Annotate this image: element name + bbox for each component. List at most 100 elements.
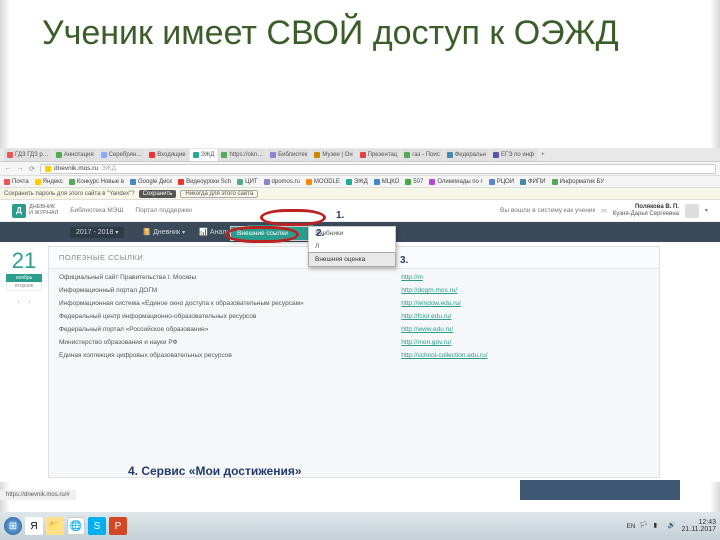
browser-tab[interactable]: Библиотек (267, 149, 310, 161)
bookmark-item[interactable]: dpomos.ru (264, 179, 300, 185)
link-label: Федеральный центр информационно-образова… (59, 313, 401, 320)
browser-tab[interactable]: ГДЗ ГДЗ р… (4, 149, 52, 161)
taskbar-powerpoint-icon[interactable]: P (109, 517, 127, 535)
taskbar-chrome-icon[interactable]: 🌐 (67, 517, 85, 535)
bookmark-favicon (552, 179, 558, 185)
bookmark-item[interactable]: Почта (4, 179, 29, 185)
password-save-button[interactable]: Сохранить (139, 190, 177, 198)
date-widget[interactable]: 21 ноябрь вторник (6, 248, 42, 291)
bookmark-item[interactable]: РЦОИ (489, 179, 514, 185)
forward-icon[interactable]: → (16, 165, 24, 173)
tray-volume-icon[interactable]: 🔊 (667, 521, 677, 531)
browser-tab[interactable]: ЕГЭ по инф (490, 149, 537, 161)
taskbar-clock[interactable]: 12:43 21.11.2017 (681, 519, 716, 533)
link-url[interactable]: http://school-collection.edu.ru/ (401, 352, 487, 359)
bookmark-item[interactable]: Информатик БУ (552, 179, 605, 185)
tab-label: Федеральн (455, 152, 486, 158)
address-bar[interactable]: dnevnik.mos.ru ЭЖД (40, 164, 716, 174)
top-link-library[interactable]: Библиотека МЭШ (70, 207, 123, 214)
bookmark-favicon (346, 179, 352, 185)
link-row: Информационная система «Единое окно дост… (59, 297, 649, 310)
app-logo[interactable]: Д ДНЕВНИК И ЖУРНАЛ (12, 204, 58, 218)
password-prompt-text: Сохранить пароль для этого сайта в "Yand… (4, 191, 135, 197)
reload-icon[interactable]: ⟳ (28, 165, 36, 173)
login-role-hint: Вы вошли в систему как ученик (500, 207, 595, 214)
bookmark-favicon (35, 179, 41, 185)
notifications-icon[interactable]: ✉ (601, 207, 606, 215)
browser-tab[interactable]: https://okn… (218, 149, 266, 161)
taskbar-explorer-icon[interactable]: 📁 (46, 517, 64, 535)
browser-statusbar: https://dnevnik.mos.ru/# (0, 490, 76, 500)
clock-date: 21.11.2017 (681, 526, 716, 533)
nav-diary[interactable]: 📔 Дневник ▾ (136, 222, 191, 242)
browser-tab[interactable]: Музеи | Он (311, 149, 355, 161)
new-tab-button[interactable]: + (538, 149, 548, 161)
bookmark-item[interactable]: Видеоуроки Sch (178, 179, 231, 185)
tab-label: газ - Поис (412, 152, 439, 158)
slide-footer-block (520, 480, 680, 500)
year-selector[interactable]: 2017 - 2018 ▾ (70, 227, 124, 238)
clock-time: 12:43 (681, 519, 716, 526)
logo-line2: И ЖУРНАЛ (29, 211, 58, 217)
url-label: ЭЖД (101, 165, 116, 172)
tab-favicon (493, 152, 499, 158)
link-url[interactable]: http://fcior.edu.ru/ (401, 313, 451, 320)
bookmark-item[interactable]: Конкурс Новые в (69, 179, 124, 185)
bookmark-item[interactable]: ЦИТ (237, 179, 257, 185)
tab-label: Серебрян… (109, 152, 143, 158)
browser-tab[interactable]: ЭЖД (190, 149, 218, 161)
link-row: Официальный сайт Правительства г. Москвы… (59, 271, 649, 284)
chevron-down-icon: ▾ (115, 230, 118, 236)
link-url[interactable]: http://m (401, 274, 423, 281)
slide-title: Ученик имеет СВОЙ доступ к ОЭЖД (0, 0, 720, 69)
browser-tab[interactable]: Презентац (357, 149, 401, 161)
bookmark-label: Информатик БУ (560, 179, 605, 185)
bookmark-item[interactable]: Google Диск (130, 179, 172, 185)
links-list: Официальный сайт Правительства г. Москвы… (49, 269, 659, 364)
password-never-button[interactable]: Никогда для этого сайта (180, 190, 258, 198)
app-header: Д ДНЕВНИК И ЖУРНАЛ Библиотека МЭШ Портал… (0, 200, 720, 222)
taskbar-yandex-icon[interactable]: Я (25, 517, 43, 535)
link-label: Официальный сайт Правительства г. Москвы (59, 274, 401, 281)
link-label: Информационная система «Единое окно дост… (59, 300, 401, 307)
avatar[interactable] (685, 204, 699, 218)
tab-label: ГДЗ ГДЗ р… (15, 152, 49, 158)
url-host: dnevnik.mos.ru (54, 165, 98, 172)
browser-tab[interactable]: Федеральн (444, 149, 489, 161)
start-button[interactable]: ⊞ (4, 517, 22, 535)
lang-indicator[interactable]: EN (626, 523, 635, 530)
top-link-support[interactable]: Портал поддержки (135, 207, 192, 214)
bookmark-item[interactable]: ФИПИ (520, 179, 546, 185)
link-url[interactable]: http://window.edu.ru/ (401, 300, 461, 307)
browser-tab[interactable]: Серебрян… (98, 149, 146, 161)
prev-day-icon[interactable]: ‹ (17, 297, 20, 306)
link-url[interactable]: http://mon.gov.ru/ (401, 339, 451, 346)
date-sidebar: 21 ноябрь вторник ‹ › (0, 242, 48, 482)
browser-tab[interactable]: газ - Поис (401, 149, 442, 161)
back-icon[interactable]: ← (4, 165, 12, 173)
annotation-2: 2. (316, 228, 324, 239)
bookmark-item[interactable]: МЦКО (374, 179, 400, 185)
tray-flag-icon[interactable]: 🏳 (639, 521, 649, 531)
tray-network-icon[interactable]: ▮ (653, 521, 663, 531)
tab-favicon (7, 152, 13, 158)
submenu-item-external-assessment[interactable]: Внешняя оценка (308, 252, 396, 267)
bookmark-item[interactable]: MOODLE (306, 179, 340, 185)
bookmark-item[interactable]: 507 (405, 179, 423, 185)
bookmark-favicon (4, 179, 10, 185)
bookmark-label: Конкурс Новые в (77, 179, 124, 185)
user-menu-chevron-icon[interactable]: ▾ (705, 207, 708, 214)
bookmark-item[interactable]: Олимпиады по г (429, 179, 482, 185)
yandex-icon (45, 166, 51, 172)
browser-tab[interactable]: Аннотация (53, 149, 97, 161)
link-url[interactable]: http://dogm.mos.ru/ (401, 287, 457, 294)
bookmark-item[interactable]: ЭЖД (346, 179, 368, 185)
bookmark-label: РЦОИ (497, 179, 514, 185)
browser-tab[interactable]: Входящие (146, 149, 188, 161)
bookmark-favicon (374, 179, 380, 185)
bookmark-item[interactable]: Яндекс (35, 179, 63, 185)
next-day-icon[interactable]: › (28, 297, 31, 306)
taskbar-skype-icon[interactable]: S (88, 517, 106, 535)
link-url[interactable]: http://www.edu.ru/ (401, 326, 453, 333)
date-number: 21 (6, 248, 42, 274)
